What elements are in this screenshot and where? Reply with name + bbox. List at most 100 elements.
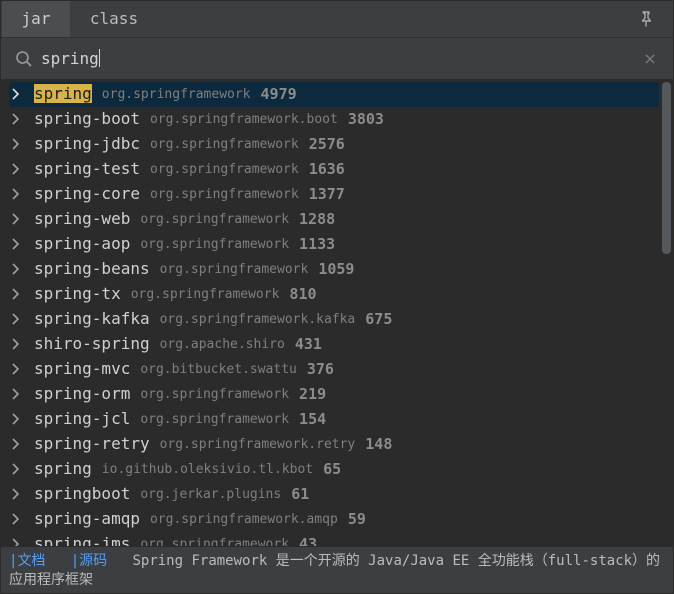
result-row[interactable]: spring org.springframework 4979 (9, 82, 659, 107)
result-row[interactable]: spring io.github.oleksivio.tl.kbot 65 (9, 457, 659, 482)
usage-count: 1377 (308, 185, 345, 203)
usage-count: 1059 (318, 260, 355, 278)
group-id: org.springframework (140, 237, 290, 252)
chevron-right-icon[interactable] (10, 86, 22, 102)
usage-count: 59 (347, 510, 366, 528)
usage-count: 3803 (347, 110, 384, 128)
artifact-text: spring-jcl (34, 409, 131, 428)
chevron-right-icon[interactable] (10, 386, 22, 402)
search-icon (16, 51, 32, 67)
chevron-right-icon[interactable] (10, 461, 22, 477)
chevron-right-icon[interactable] (10, 236, 22, 252)
artifact-text: spring-tx (34, 284, 121, 303)
usage-count: 1636 (308, 160, 345, 178)
doc-link[interactable]: 文档 (17, 553, 45, 569)
search-input[interactable]: spring (41, 46, 621, 72)
group-id: org.springframework (140, 412, 290, 427)
artifact-text: spring-boot (34, 109, 140, 128)
result-row[interactable]: spring-jdbc org.springframework 2576 (9, 132, 659, 157)
result-row[interactable]: spring-aop org.springframework 1133 (9, 232, 659, 257)
usage-count: 148 (365, 435, 393, 453)
result-row[interactable]: spring-beans org.springframework 1059 (9, 257, 659, 282)
usage-count: 1288 (299, 210, 336, 228)
artifact-name: spring-jms org.springframework 43 (34, 534, 317, 546)
artifact-name: spring org.springframework 4979 (34, 84, 297, 103)
chevron-right-icon[interactable] (10, 486, 22, 502)
result-row[interactable]: spring-test org.springframework 1636 (9, 157, 659, 182)
artifact-name: shiro-spring org.apache.shiro 431 (34, 334, 322, 353)
search-bar: spring (1, 38, 673, 80)
group-id: io.github.oleksivio.tl.kbot (101, 462, 314, 477)
result-row[interactable]: spring-tx org.springframework 810 (9, 282, 659, 307)
results-list[interactable]: spring org.springframework 4979 spring-boot… (1, 80, 673, 546)
chevron-right-icon[interactable] (10, 261, 22, 277)
artifact-text: spring-beans (34, 259, 150, 278)
usage-count: 65 (323, 460, 342, 478)
tab-jar[interactable]: jar (2, 1, 70, 37)
artifact-name: spring-jdbc org.springframework 2576 (34, 134, 345, 153)
group-id: org.springframework (159, 262, 309, 277)
match-highlight: spring (34, 84, 92, 103)
artifact-text: spring-mvc (34, 359, 131, 378)
chevron-right-icon[interactable] (10, 161, 22, 177)
text-caret (98, 49, 100, 67)
result-row[interactable]: springboot org.jerkar.plugins 61 (9, 482, 659, 507)
chevron-right-icon[interactable] (10, 411, 22, 427)
tab-class[interactable]: class (71, 1, 157, 37)
chevron-right-icon[interactable] (10, 436, 22, 452)
source-link[interactable]: 源码 (79, 553, 107, 569)
result-row[interactable]: spring-mvc org.bitbucket.swattu 376 (9, 357, 659, 382)
group-id: org.springframework (140, 537, 290, 546)
artifact-name: spring-jcl org.springframework 154 (34, 409, 326, 428)
artifact-name: spring-web org.springframework 1288 (34, 209, 335, 228)
close-icon[interactable] (643, 52, 657, 66)
scrollbar-thumb[interactable] (662, 82, 671, 254)
chevron-right-icon[interactable] (10, 136, 22, 152)
artifact-name: spring-kafka org.springframework.kafka 675 (34, 309, 392, 328)
usage-count: 431 (294, 335, 322, 353)
result-row[interactable]: spring-core org.springframework 1377 (9, 182, 659, 207)
chevron-right-icon[interactable] (10, 361, 22, 377)
result-row[interactable]: spring-kafka org.springframework.kafka 675 (9, 307, 659, 332)
result-row[interactable]: spring-orm org.springframework 219 (9, 382, 659, 407)
chevron-right-icon[interactable] (10, 536, 22, 546)
chevron-right-icon[interactable] (10, 286, 22, 302)
artifact-text: spring-amqp (34, 509, 140, 528)
result-row[interactable]: spring-jms org.springframework 43 (9, 532, 659, 546)
artifact-text: springboot (34, 484, 131, 503)
search-input-value: spring (41, 49, 99, 68)
artifact-name: spring-core org.springframework 1377 (34, 184, 345, 203)
group-id: org.springframework (101, 87, 251, 102)
result-row[interactable]: spring-amqp org.springframework.amqp 59 (9, 507, 659, 532)
chevron-right-icon[interactable] (10, 211, 22, 227)
usage-count: 1133 (299, 235, 336, 253)
result-row[interactable]: spring-retry org.springframework.retry 148 (9, 432, 659, 457)
usage-count: 810 (289, 285, 317, 303)
usage-count: 219 (299, 385, 327, 403)
group-id: org.springframework (149, 137, 299, 152)
artifact-name: spring io.github.oleksivio.tl.kbot 65 (34, 459, 341, 478)
group-id: org.springframework (140, 387, 290, 402)
chevron-right-icon[interactable] (10, 336, 22, 352)
pin-icon[interactable] (637, 10, 655, 28)
artifact-name: spring-amqp org.springframework.amqp 59 (34, 509, 366, 528)
artifact-name: spring-test org.springframework 1636 (34, 159, 345, 178)
group-id: org.springframework.retry (159, 437, 356, 452)
group-id: org.bitbucket.swattu (140, 362, 297, 377)
chevron-right-icon[interactable] (10, 111, 22, 127)
result-row[interactable]: spring-jcl org.springframework 154 (9, 407, 659, 432)
group-id: org.springframework (130, 287, 280, 302)
group-id: org.springframework (140, 212, 290, 227)
chevron-right-icon[interactable] (10, 311, 22, 327)
chevron-right-icon[interactable] (10, 186, 22, 202)
result-row[interactable]: spring-boot org.springframework.boot 3803 (9, 107, 659, 132)
result-row[interactable]: spring-web org.springframework 1288 (9, 207, 659, 232)
artifact-text: spring-jdbc (34, 134, 140, 153)
group-id: org.springframework.boot (149, 112, 338, 127)
artifact-text: spring-aop (34, 234, 131, 253)
result-row[interactable]: shiro-spring org.apache.shiro 431 (9, 332, 659, 357)
chevron-right-icon[interactable] (10, 511, 22, 527)
usage-count: 4979 (260, 85, 297, 103)
artifact-name: spring-tx org.springframework 810 (34, 284, 317, 303)
usage-count: 61 (291, 485, 310, 503)
